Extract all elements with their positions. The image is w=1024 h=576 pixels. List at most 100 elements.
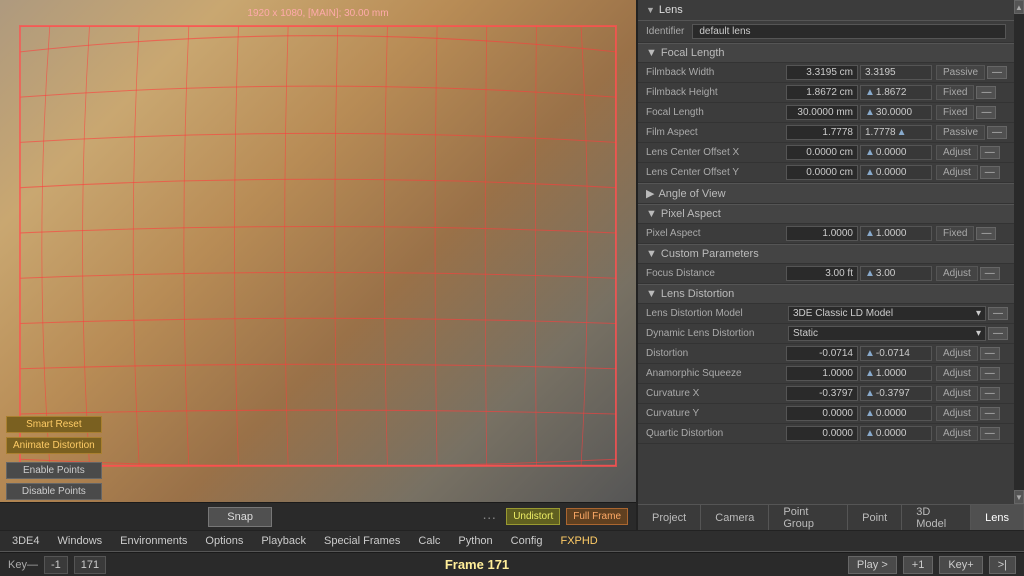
focal-length-param-label: Focal Length [646,107,786,118]
filmback-height-val2: ▲ 1.8672 [860,85,932,100]
filmback-height-val1: 1.8672 cm [786,85,858,100]
focal-length-val2: ▲ 30.0000 [860,105,932,120]
quartic-distortion-minus[interactable]: — [980,427,1000,440]
lens-offset-y-mode: Adjust [936,165,978,180]
focal-length-minus[interactable]: — [976,106,996,119]
anamorphic-squeeze-val1: 1.0000 [786,366,858,381]
scrollbar-down-button[interactable]: ▼ [1014,490,1024,504]
filmback-height-minus[interactable]: — [976,86,996,99]
distortion-row: Distortion -0.0714 ▲ -0.0714 Adjust — [638,344,1014,364]
lens-distortion-section: ▼ Lens Distortion [638,284,1014,304]
dynamic-lens-arrow: ▾ [976,328,981,339]
panel-header: ▼ Lens [638,0,1014,21]
lens-distortion-model-minus[interactable]: — [988,307,1008,320]
lens-offset-y-minus[interactable]: — [980,166,1000,179]
lens-distortion-model-dropdown[interactable]: 3DE Classic LD Model ▾ [788,306,986,321]
frame-input[interactable]: 171 [74,556,106,574]
animate-distortion-button[interactable]: Animate Distortion [6,437,102,454]
anamorphic-squeeze-mode: Adjust [936,366,978,381]
distortion-val2: ▲ -0.0714 [860,346,932,361]
lens-offset-x-val2: ▲ 0.0000 [860,145,932,160]
filmback-height-label: Filmback Height [646,87,786,98]
pixel-aspect-minus[interactable]: — [976,227,996,240]
menu-options[interactable]: Options [197,533,251,549]
pixel-aspect-param-label: Pixel Aspect [646,228,786,239]
right-scrollbar[interactable]: ▲ ▼ [1014,0,1024,504]
angle-of-view-icon: ▶ [646,187,654,200]
menu-windows[interactable]: Windows [50,533,111,549]
lens-offset-y-row: Lens Center Offset Y 0.0000 cm ▲ 0.0000 … [638,163,1014,183]
lens-offset-y-label: Lens Center Offset Y [646,167,786,178]
distortion-val1: -0.0714 [786,346,858,361]
smart-reset-button[interactable]: Smart Reset [6,416,102,433]
disable-points-button[interactable]: Disable Points [6,483,102,500]
menu-python[interactable]: Python [450,533,500,549]
menu-config[interactable]: Config [503,533,551,549]
tab-point-group[interactable]: Point Group [769,505,848,530]
film-aspect-minus[interactable]: — [987,126,1007,139]
viewport-label: 1920 x 1080, [MAIN]; 30.00 mm [247,8,388,19]
pixel-aspect-label: Pixel Aspect [661,208,721,220]
full-frame-button[interactable]: Full Frame [566,508,628,525]
lens-offset-x-mode: Adjust [936,145,978,160]
distortion-minus[interactable]: — [980,347,1000,360]
undistort-button[interactable]: Undistort [506,508,560,525]
identifier-input[interactable] [692,24,1006,39]
tab-camera[interactable]: Camera [701,505,769,530]
menu-playback[interactable]: Playback [253,533,314,549]
angle-of-view-section: ▶ Angle of View [638,183,1014,204]
filmback-height-row: Filmback Height 1.8672 cm ▲ 1.8672 Fixed… [638,83,1014,103]
menu-special-frames[interactable]: Special Frames [316,533,408,549]
tab-point[interactable]: Point [848,505,902,530]
identifier-row: Identifier [638,21,1014,43]
pixel-aspect-section: ▼ Pixel Aspect [638,204,1014,224]
menu-fxphd[interactable]: FXPHD [552,533,605,549]
right-panel-scroll[interactable]: ▼ Lens Identifier ▼ Focal Length Filmbac… [638,0,1014,504]
focal-length-val1: 30.0000 mm [786,105,858,120]
curvature-y-mode: Adjust [936,406,978,421]
pixel-aspect-mode: Fixed [936,226,974,241]
focus-distance-mode: Adjust [936,266,978,281]
curvature-x-mode: Adjust [936,386,978,401]
play-button[interactable]: Play > [848,556,897,574]
key-value: -1 [44,556,68,574]
identifier-label: Identifier [646,26,684,37]
distortion-label: Distortion [646,348,786,359]
tab-lens[interactable]: Lens [971,505,1024,530]
dynamic-lens-row: Dynamic Lens Distortion Static ▾ — [638,324,1014,344]
menu-3de4[interactable]: 3DE4 [4,533,48,549]
dynamic-lens-dropdown[interactable]: Static ▾ [788,326,986,341]
tab-3d-model[interactable]: 3D Model [902,505,971,530]
keyplus-button[interactable]: Key+ [939,556,982,574]
lens-offset-x-minus[interactable]: — [980,146,1000,159]
lens-offset-x-val1: 0.0000 cm [786,145,858,160]
curvature-x-minus[interactable]: — [980,387,1000,400]
menu-calc[interactable]: Calc [410,533,448,549]
plus1-button[interactable]: +1 [903,556,934,574]
focal-length-section: ▼ Focal Length [638,43,1014,63]
lens-offset-x-row: Lens Center Offset X 0.0000 cm ▲ 0.0000 … [638,143,1014,163]
quartic-distortion-row: Quartic Distortion 0.0000 ▲ 0.0000 Adjus… [638,424,1014,444]
enable-points-button[interactable]: Enable Points [6,462,102,479]
dynamic-lens-minus[interactable]: — [988,327,1008,340]
curvature-x-row: Curvature X -0.3797 ▲ -0.3797 Adjust — [638,384,1014,404]
curvature-x-val2: ▲ -0.3797 [860,386,932,401]
snap-button[interactable]: Snap [208,507,272,527]
curvature-y-minus[interactable]: — [980,407,1000,420]
focal-length-label: Focal Length [661,47,725,59]
tab-project[interactable]: Project [638,505,701,530]
ellipsis-button[interactable]: ··· [478,509,500,525]
curvature-y-val2: ▲ 0.0000 [860,406,932,421]
menu-environments[interactable]: Environments [112,533,195,549]
filmback-width-mode: Passive [936,65,985,80]
lens-distortion-model-row: Lens Distortion Model 3DE Classic LD Mod… [638,304,1014,324]
end-button[interactable]: >| [989,556,1016,574]
filmback-width-minus[interactable]: — [987,66,1007,79]
anamorphic-squeeze-minus[interactable]: — [980,367,1000,380]
lens-offset-y-val2: ▲ 0.0000 [860,165,932,180]
quartic-distortion-val1: 0.0000 [786,426,858,441]
scrollbar-up-button[interactable]: ▲ [1014,0,1024,14]
focus-distance-val2: ▲ 3.00 [860,266,932,281]
focus-distance-minus[interactable]: — [980,267,1000,280]
filmback-width-val2: 3.3195 [860,65,932,80]
